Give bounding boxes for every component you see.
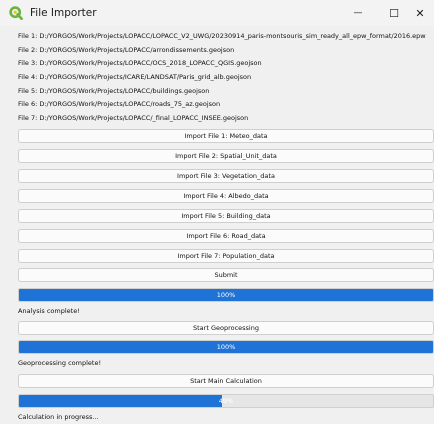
- file-path-4: File 4: D:/YORGOS/Work/Projects/ICARE/LA…: [18, 73, 252, 81]
- import-file-3-button[interactable]: Import File 3: Vegetation_data: [18, 169, 434, 183]
- qgis-logo-icon: [9, 6, 23, 20]
- close-icon: ✕: [415, 6, 425, 20]
- minimize-button[interactable]: —: [340, 0, 376, 26]
- minimize-icon: —: [353, 8, 363, 18]
- import-file-6-button[interactable]: Import File 6: Road_data: [18, 229, 434, 243]
- file-path-2: File 2: D:/YORGOS/Work/Projects/LOPACC/a…: [18, 46, 235, 54]
- import-file-7-button[interactable]: Import File 7: Population_data: [18, 249, 434, 263]
- file-path-7: File 7: D:/YORGOS/Work/Projects/LOPACC/_…: [18, 114, 249, 122]
- window-title: File Importer: [30, 7, 97, 19]
- file-importer-window: File Importer — ☐ ✕ File 1: D:/YORGOS/Wo…: [0, 0, 434, 424]
- title-bar: File Importer — ☐ ✕: [0, 0, 434, 26]
- file-path-6: File 6: D:/YORGOS/Work/Projects/LOPACC/r…: [18, 100, 221, 108]
- geoprocessing-status: Geoprocessing complete!: [18, 359, 102, 367]
- start-main-calculation-button[interactable]: Start Main Calculation: [18, 374, 434, 388]
- maximize-icon: ☐: [389, 6, 399, 20]
- analysis-progress-label: 100%: [216, 291, 236, 299]
- calculation-progress-label: 49%: [218, 397, 234, 405]
- calculation-progress-bar: 49%: [18, 394, 434, 408]
- start-geoprocessing-button[interactable]: Start Geoprocessing: [18, 321, 434, 335]
- import-file-2-button[interactable]: Import File 2: Spatial_Unit_data: [18, 149, 434, 163]
- calculation-status: Calculation in progress...: [18, 413, 99, 421]
- file-path-3: File 3: D:/YORGOS/Work/Projects/LOPACC/O…: [18, 59, 262, 67]
- analysis-progress-bar: 100%: [18, 288, 434, 302]
- file-path-1: File 1: D:/YORGOS/Work/Projects/LOPACC/L…: [18, 32, 426, 40]
- geoprocessing-progress-bar: 100%: [18, 340, 434, 354]
- submit-button[interactable]: Submit: [18, 268, 434, 282]
- close-button[interactable]: ✕: [406, 0, 434, 26]
- analysis-status: Analysis complete!: [18, 307, 80, 315]
- geoprocessing-progress-label: 100%: [216, 343, 236, 351]
- import-file-1-button[interactable]: Import File 1: Meteo_data: [18, 129, 434, 143]
- import-file-5-button[interactable]: Import File 5: Building_data: [18, 209, 434, 223]
- file-path-5: File 5: D:/YORGOS/Work/Projects/LOPACC/b…: [18, 87, 210, 95]
- import-file-4-button[interactable]: Import File 4: Albedo_data: [18, 189, 434, 203]
